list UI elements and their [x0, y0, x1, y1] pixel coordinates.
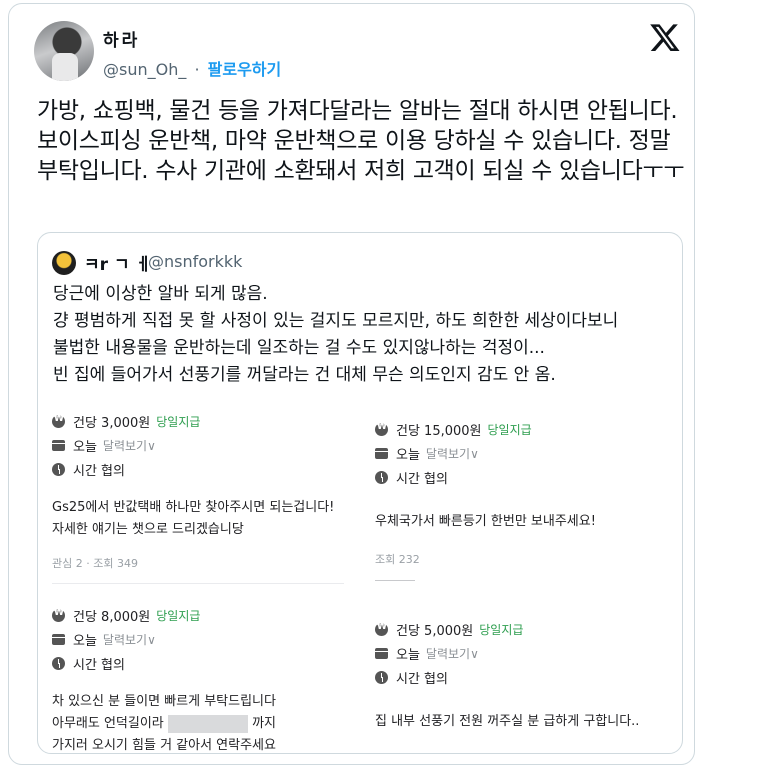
- quoted-author-name[interactable]: ㅋr ㄱ ㅔ: [84, 250, 151, 275]
- pay-tag: 당일지급: [156, 414, 201, 429]
- won-icon: [375, 422, 388, 436]
- listing-desc-post: 까지: [252, 716, 276, 731]
- author-handle[interactable]: @sun_Oh_: [103, 60, 186, 79]
- clock-icon: [52, 462, 65, 476]
- listing-time: 시간 협의: [73, 463, 125, 479]
- quoted-avatar[interactable]: [52, 251, 76, 275]
- separator-dot: ·: [194, 60, 200, 79]
- listing-desc-line: 아무래도 언덕길이라 까지: [52, 713, 342, 735]
- quoted-text: 당근에 이상한 알바 되게 많음. 걍 평범하게 직접 못 할 사정이 있는 걸…: [53, 281, 678, 389]
- listing-desc: 우체국가서 빠른등기 한번만 보내주세요!: [375, 514, 596, 529]
- listing-stats: 관심 2 · 조회 349: [52, 557, 138, 570]
- listing-desc: 차 있으신 분 들이면 빠르게 부탁드립니다 아무래도 언덕길이라 까지 가지러…: [52, 691, 342, 753]
- job-listing: 건당 3,000원 당일지급 오늘 달력보기∨ 시간 협의 Gs25에서 반값택…: [52, 409, 342, 571]
- calendar-icon: [375, 447, 388, 459]
- listing-date: 오늘: [73, 439, 97, 455]
- calendar-link: 달력보기∨: [425, 446, 479, 461]
- tweet-card: 하라 @sun_Oh_ · 팔로우하기 가방, 쇼핑백, 물건 등을 가져다달라…: [8, 3, 695, 765]
- clock-icon: [52, 656, 65, 670]
- pay-tag: 당일지급: [479, 622, 524, 637]
- calendar-icon: [52, 633, 65, 645]
- listing-desc: 집 내부 선풍기 전원 꺼주실 분 급하게 구합니다..: [375, 714, 640, 729]
- listing-date: 오늘: [396, 447, 420, 463]
- won-icon: [52, 608, 65, 622]
- listing-price: 건당 3,000원: [73, 415, 151, 431]
- listing-time: 시간 협의: [396, 671, 448, 687]
- job-listing: 건당 5,000원 당일지급 오늘 달력보기∨ 시간 협의 집 내부 선풍기 전…: [375, 617, 665, 733]
- listing-desc-pre: 아무래도 언덕길이라: [52, 716, 164, 731]
- calendar-icon: [52, 439, 65, 451]
- listing-date: 오늘: [73, 633, 97, 649]
- listing-date: 오늘: [396, 647, 420, 663]
- clock-icon: [375, 470, 388, 484]
- listing-desc: Gs25에서 반값택배 하나만 찾아주시면 되는겁니다! 자세한 얘기는 챗으로…: [52, 500, 335, 537]
- listing-desc-line: 가지러 오시기 힘들 거 같아서 연락주세요: [52, 738, 276, 753]
- calendar-link: 달력보기∨: [425, 646, 479, 661]
- won-icon: [375, 622, 388, 636]
- listing-time: 시간 협의: [396, 471, 448, 487]
- listing-stats: 조회 232: [375, 553, 420, 566]
- quoted-line: 빈 집에 들어가서 선풍기를 꺼달라는 건 대체 무슨 의도인지 감도 안 옴.: [53, 365, 556, 385]
- divider: [375, 580, 415, 581]
- x-logo-icon[interactable]: [649, 21, 681, 53]
- job-listing: 건당 8,000원 당일지급 오늘 달력보기∨ 시간 협의 차 있으신 분 들이…: [52, 603, 342, 753]
- won-icon: [52, 414, 65, 428]
- calendar-link: 달력보기∨: [102, 632, 156, 647]
- author-name[interactable]: 하라: [103, 26, 140, 51]
- quoted-tweet[interactable]: ㅋr ㄱ ㅔ @nsnforkkk 당근에 이상한 알바 되게 많음. 걍 평범…: [37, 232, 683, 754]
- listing-price: 건당 15,000원: [396, 423, 482, 439]
- listing-price: 건당 8,000원: [73, 609, 151, 625]
- redacted-block: [167, 714, 248, 733]
- calendar-icon: [375, 647, 388, 659]
- follow-button[interactable]: 팔로우하기: [208, 60, 282, 79]
- pay-tag: 당일지급: [487, 422, 532, 437]
- quoted-line: 걍 평범하게 직접 못 할 사정이 있는 걸지도 모르지만, 하도 희한한 세상…: [53, 311, 619, 331]
- quoted-line: 당근에 이상한 알바 되게 많음.: [53, 284, 268, 304]
- job-listing: 건당 15,000원 당일지급 오늘 달력보기∨ 시간 협의 우체국가서 빠른등…: [375, 417, 665, 567]
- listing-time: 시간 협의: [73, 657, 125, 673]
- clock-icon: [375, 670, 388, 684]
- listing-price: 건당 5,000원: [396, 623, 474, 639]
- calendar-link: 달력보기∨: [102, 438, 156, 453]
- author-avatar[interactable]: [34, 21, 94, 81]
- listing-desc-line: 차 있으신 분 들이면 빠르게 부탁드립니다: [52, 694, 276, 709]
- author-handle-row: @sun_Oh_ · 팔로우하기: [103, 56, 281, 80]
- quoted-line: 불법한 내용물을 운반하는데 일조하는 걸 수도 있지않나하는 걱정이...: [53, 338, 545, 358]
- divider: [52, 583, 344, 584]
- tweet-text: 가방, 쇼핑백, 물건 등을 가져다달라는 알바는 절대 하시면 안됩니다. 보…: [37, 98, 685, 184]
- pay-tag: 당일지급: [156, 608, 201, 623]
- quoted-author-handle[interactable]: @nsnforkkk: [148, 252, 242, 271]
